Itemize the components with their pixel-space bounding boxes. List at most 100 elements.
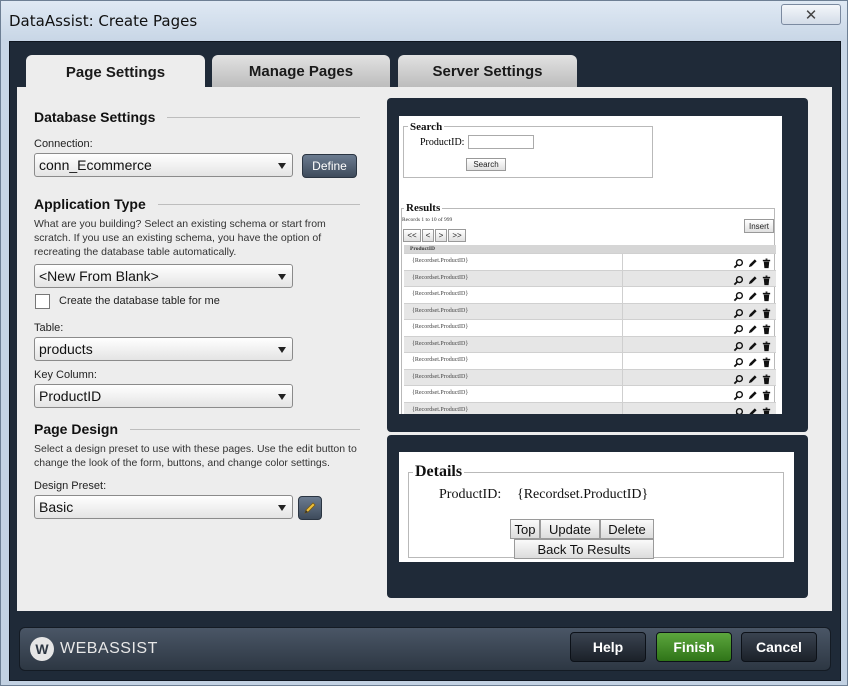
table-row: {Recordset.ProductID}: [404, 253, 776, 270]
column-separator: [622, 303, 623, 319]
table-cell: {Recordset.ProductID}: [412, 307, 469, 314]
search-fieldset: Search ProductID: Search: [403, 121, 653, 178]
cancel-button[interactable]: Cancel: [741, 632, 817, 662]
define-button[interactable]: Define: [302, 154, 357, 178]
details-field-label: ProductID:: [439, 487, 502, 502]
pencil-icon[interactable]: [747, 405, 758, 414]
finish-button[interactable]: Finish: [656, 632, 732, 662]
tab-server-settings[interactable]: Server Settings: [398, 55, 577, 87]
magnifier-icon[interactable]: [733, 405, 744, 414]
table-row: {Recordset.ProductID}: [404, 302, 776, 319]
table-cell: {Recordset.ProductID}: [412, 406, 469, 413]
table-row: {Recordset.ProductID}: [404, 385, 776, 402]
preview-search-button[interactable]: Search: [466, 158, 506, 171]
column-separator: [622, 402, 623, 414]
table-cell: {Recordset.ProductID}: [412, 274, 469, 281]
column-separator: [622, 353, 623, 369]
row-actions: [733, 355, 772, 368]
trash-icon[interactable]: [761, 273, 772, 285]
magnifier-icon[interactable]: [733, 372, 744, 384]
pencil-icon[interactable]: [747, 339, 758, 350]
table-cell: {Recordset.ProductID}: [412, 258, 469, 264]
connection-select[interactable]: conn_Ecommerce: [34, 153, 293, 177]
column-separator: [622, 254, 623, 270]
pencil-icon[interactable]: [747, 289, 758, 301]
close-button[interactable]: ✕: [781, 4, 841, 25]
pencil-icon[interactable]: [747, 388, 758, 400]
delete-button[interactable]: Delete: [600, 519, 654, 539]
create-table-checkbox[interactable]: [35, 294, 50, 309]
results-preview-page: Search ProductID: Search Results Records…: [399, 116, 782, 414]
pencil-icon[interactable]: [747, 355, 758, 367]
row-actions: [733, 405, 772, 414]
trash-icon[interactable]: [761, 388, 772, 401]
tab-manage-pages[interactable]: Manage Pages: [212, 55, 390, 87]
magnifier-icon[interactable]: [733, 355, 744, 368]
trash-icon[interactable]: [761, 405, 772, 414]
pencil-icon[interactable]: [747, 306, 758, 317]
tab-label: Page Settings: [65, 63, 166, 81]
row-actions: [733, 322, 772, 335]
row-actions: [733, 256, 772, 269]
tab-label: Server Settings: [432, 62, 543, 80]
magnifier-icon[interactable]: [733, 306, 744, 318]
table-row: {Recordset.ProductID}: [404, 335, 776, 352]
application-type-heading: Application Type: [34, 196, 360, 212]
pencil-icon[interactable]: [747, 273, 758, 284]
results-fieldset: Results Records 1 to 10 of 999 Insert <<…: [401, 202, 776, 414]
results-preview: Search ProductID: Search Results Records…: [387, 98, 808, 432]
top-button[interactable]: Top: [510, 519, 540, 539]
webassist-logo-icon: W: [30, 637, 54, 661]
trash-icon[interactable]: [761, 372, 772, 384]
pager-last[interactable]: >>: [448, 229, 466, 242]
table-cell: {Recordset.ProductID}: [412, 291, 469, 297]
trash-icon[interactable]: [761, 306, 772, 318]
magnifier-icon[interactable]: [733, 388, 744, 401]
update-button[interactable]: Update: [540, 519, 600, 539]
edit-preset-button[interactable]: [298, 496, 322, 520]
pencil-icon[interactable]: [747, 256, 758, 268]
insert-button[interactable]: Insert: [744, 219, 774, 233]
footer-bar: W WEBASSIST Help Finish Cancel: [19, 627, 831, 671]
trash-icon[interactable]: [761, 355, 772, 368]
tab-page-settings[interactable]: Page Settings: [26, 55, 205, 89]
design-preset-label: Design Preset:: [34, 480, 107, 492]
magnifier-icon[interactable]: [733, 322, 744, 335]
pencil-icon[interactable]: [747, 322, 758, 334]
page-settings-panel: Database Settings Connection: conn_Ecomm…: [17, 87, 832, 611]
row-actions: [733, 339, 772, 351]
pager-next[interactable]: >: [435, 229, 447, 242]
details-preview: Details ProductID: {Recordset.ProductID}…: [387, 435, 808, 598]
table-cell: {Recordset.ProductID}: [412, 373, 469, 380]
pager-prev[interactable]: <: [422, 229, 434, 242]
design-preset-select[interactable]: Basic: [34, 495, 293, 519]
magnifier-icon[interactable]: [733, 273, 744, 285]
connection-label: Connection:: [34, 138, 93, 150]
application-type-select[interactable]: <New From Blank>: [34, 264, 293, 288]
trash-icon[interactable]: [761, 289, 772, 302]
dataassist-window: DataAssist: Create Pages ✕ Page Settings…: [0, 0, 848, 686]
row-actions: [733, 289, 772, 302]
magnifier-icon[interactable]: [733, 339, 744, 351]
magnifier-icon[interactable]: [733, 256, 744, 269]
table-cell: {Recordset.ProductID}: [412, 390, 469, 396]
search-field-input[interactable]: [468, 135, 534, 149]
key-column-select[interactable]: ProductID: [34, 384, 293, 408]
table-cell: {Recordset.ProductID}: [412, 357, 469, 363]
pencil-icon[interactable]: [747, 372, 758, 383]
table-row: {Recordset.ProductID}: [404, 401, 776, 414]
connection-value: conn_Ecommerce: [39, 157, 152, 173]
trash-icon[interactable]: [761, 322, 772, 335]
back-to-results-button[interactable]: Back To Results: [514, 539, 654, 559]
trash-icon[interactable]: [761, 339, 772, 351]
magnifier-icon[interactable]: [733, 289, 744, 302]
results-header-row: ProductID: [404, 245, 776, 253]
trash-icon[interactable]: [761, 256, 772, 269]
chevron-down-icon: [278, 163, 286, 169]
table-select[interactable]: products: [34, 337, 293, 361]
title-bar: DataAssist: Create Pages ✕: [1, 1, 847, 39]
help-button[interactable]: Help: [570, 632, 646, 662]
key-column-value: ProductID: [39, 388, 102, 404]
pager-first[interactable]: <<: [403, 229, 421, 242]
chevron-down-icon: [278, 274, 286, 280]
